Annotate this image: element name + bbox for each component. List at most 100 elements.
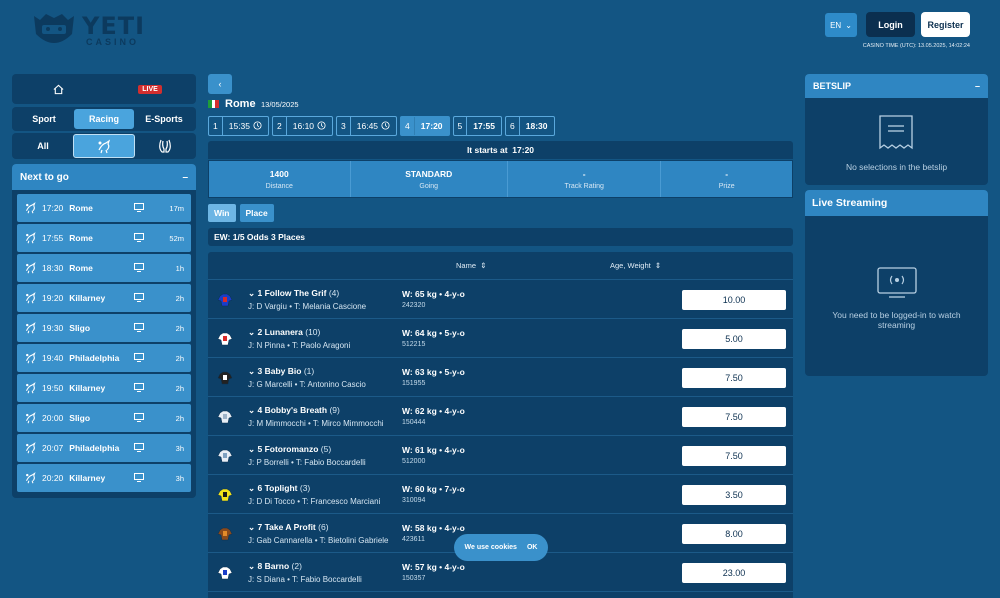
next-to-go-item[interactable]: 20:00 Sligo 2h — [17, 404, 191, 432]
jockey-silk-icon — [217, 410, 233, 424]
runner-name[interactable]: ⌄ 4 Bobby's Breath (9) — [248, 405, 340, 416]
runner-name[interactable]: ⌄ 8 Barno (2) — [248, 561, 302, 572]
runner-name[interactable]: ⌄ 2 Lunanera (10) — [248, 327, 320, 338]
sort-name[interactable]: Name ⇕ — [456, 261, 486, 270]
jockey-silk-icon — [217, 566, 233, 580]
tab-place[interactable]: Place — [239, 204, 274, 222]
next-to-go-item[interactable]: 20:20 Killarney 3h — [17, 464, 191, 492]
minutes-to-start: 52m — [169, 233, 184, 243]
odds-button[interactable]: 23.00 — [682, 563, 786, 583]
chevron-down-icon: ⌄ — [248, 561, 256, 571]
next-to-go-item[interactable]: 19:30 Sligo 2h — [17, 314, 191, 342]
yeti-casino-logo[interactable]: YETI CASINO — [30, 12, 150, 48]
filter-horse-racing[interactable] — [73, 134, 135, 158]
filter-greyhound[interactable] — [135, 134, 195, 158]
collapse-icon[interactable]: – — [975, 81, 980, 91]
race-time: 20:20 — [42, 473, 64, 483]
next-to-go-item[interactable]: 17:20 Rome 17m — [17, 194, 191, 222]
minutes-to-start: 3h — [175, 443, 184, 453]
runner-row: ⌄ 3 Baby Bio (1) J: G Marcelli • T: Anton… — [208, 358, 793, 397]
race-time-pill[interactable]: 3 16:45 — [336, 116, 398, 136]
horse-racing-icon — [24, 201, 37, 216]
draw-number: (9) — [329, 405, 340, 415]
filter-all[interactable]: All — [13, 134, 73, 158]
back-button[interactable]: ‹ — [208, 74, 232, 94]
odds-button[interactable]: 5.00 — [682, 329, 786, 349]
race-time: 19:50 — [42, 383, 64, 393]
odds-button[interactable]: 8.00 — [682, 524, 786, 544]
runner-id: 310094 — [402, 497, 426, 504]
race-time-pill[interactable]: 6 18:30 — [505, 116, 555, 136]
next-to-go-item[interactable]: 20:07 Philadelphia 3h — [17, 434, 191, 462]
race-venue: Rome — [69, 203, 93, 213]
next-to-go-item[interactable]: 19:50 Killarney 2h — [17, 374, 191, 402]
runner-name[interactable]: ⌄ 7 Take A Profit (6) — [248, 522, 329, 533]
horse-racing-icon — [98, 139, 111, 154]
race-start-time: 15:35 — [228, 121, 251, 131]
runner-name[interactable]: ⌄ 5 Fotoromanzo (5) — [248, 444, 331, 455]
minutes-to-start: 2h — [175, 353, 184, 363]
race-number: 2 — [273, 117, 287, 135]
minutes-to-start: 17m — [169, 203, 184, 213]
cookie-ok-button[interactable]: OK — [527, 544, 538, 551]
live-streaming-panel: Live Streaming You need to be logged-in … — [805, 190, 988, 376]
info-label: Track Rating — [564, 182, 604, 190]
minutes-to-start: 3h — [175, 473, 184, 483]
horse-racing-icon — [24, 261, 37, 276]
race-venue: Sligo — [69, 413, 91, 423]
race-start-time: 18:30 — [525, 121, 548, 131]
race-time-pill[interactable]: 1 15:35 — [208, 116, 270, 136]
register-button[interactable]: Register — [921, 12, 970, 37]
each-way-terms: EW: 1/5 Odds 3 Places — [208, 228, 793, 246]
sort-age[interactable]: Age, Weight ⇕ — [610, 261, 661, 270]
runner-name[interactable]: ⌄ 6 Toplight (3) — [248, 483, 310, 494]
language-select[interactable]: EN ⌄ — [825, 13, 857, 37]
starts-time: 17:20 — [512, 145, 535, 155]
tab-sport[interactable]: Sport — [14, 109, 74, 129]
home-button[interactable] — [12, 74, 104, 104]
race-number: 5 — [454, 117, 468, 135]
runner-row: ⌄ 1 Follow The Grif (4) J: D Vargiu • T: … — [208, 280, 793, 319]
login-button[interactable]: Login — [866, 12, 915, 37]
race-start-time: 17:55 — [473, 121, 496, 131]
draw-number: (4) — [328, 288, 340, 298]
next-to-go-item[interactable]: 19:20 Killarney 2h — [17, 284, 191, 312]
result-icon — [317, 120, 326, 132]
betslip-header[interactable]: BETSLIP – — [805, 74, 988, 98]
next-to-go-item[interactable]: 19:40 Philadelphia 2h — [17, 344, 191, 372]
odds-button[interactable]: 10.00 — [682, 290, 786, 310]
info-value: STANDARD — [405, 168, 453, 179]
next-to-go-header[interactable]: Next to go – — [12, 164, 196, 190]
collapse-icon[interactable]: – — [182, 172, 188, 183]
tab-racing[interactable]: Racing — [74, 109, 134, 129]
next-to-go-item[interactable]: 17:55 Rome 52m — [17, 224, 191, 252]
betslip-title: BETSLIP — [813, 81, 852, 91]
odds-button[interactable]: 7.50 — [682, 368, 786, 388]
tv-icon — [134, 292, 144, 304]
live-button[interactable]: LIVE — [104, 74, 196, 104]
top-nav: LIVE — [12, 74, 196, 104]
race-venue: Killarney — [69, 473, 106, 483]
runner-name[interactable]: ⌄ 1 Follow The Grif (4) — [248, 288, 339, 299]
tab-win[interactable]: Win — [208, 204, 236, 222]
runner-id: 150444 — [402, 419, 426, 426]
race-number: 3 — [337, 117, 351, 135]
col-name: Name — [456, 261, 477, 270]
runner-row: ⌄ 4 Bobby's Breath (9) J: M Mimmocchi • T… — [208, 397, 793, 436]
next-to-go-item[interactable]: 18:30 Rome 1h — [17, 254, 191, 282]
race-time-pill[interactable]: 4 17:20 — [400, 116, 450, 136]
runner-id: 150357 — [402, 575, 426, 582]
race-time-pill[interactable]: 2 16:10 — [272, 116, 334, 136]
odds-button[interactable]: 7.50 — [682, 407, 786, 427]
weight-age: W: 58 kg • 4-y-o — [402, 523, 465, 533]
race-time-pill[interactable]: 5 17:55 — [452, 116, 503, 136]
jockey-trainer: J: D Vargiu • T: Melania Cascione — [248, 302, 367, 311]
language-value: EN — [830, 20, 842, 30]
jockey-trainer: J: N Pinna • T: Paolo Aragoni — [248, 341, 351, 350]
runner-name[interactable]: ⌄ 3 Baby Bio (1) — [248, 366, 314, 377]
odds-button[interactable]: 3.50 — [682, 485, 786, 505]
odds-button[interactable]: 7.50 — [682, 446, 786, 466]
tab-esports[interactable]: E-Sports — [134, 109, 194, 129]
chevron-down-icon: ⌄ — [248, 366, 256, 376]
weight-age: W: 63 kg • 5-y-o — [402, 367, 465, 377]
